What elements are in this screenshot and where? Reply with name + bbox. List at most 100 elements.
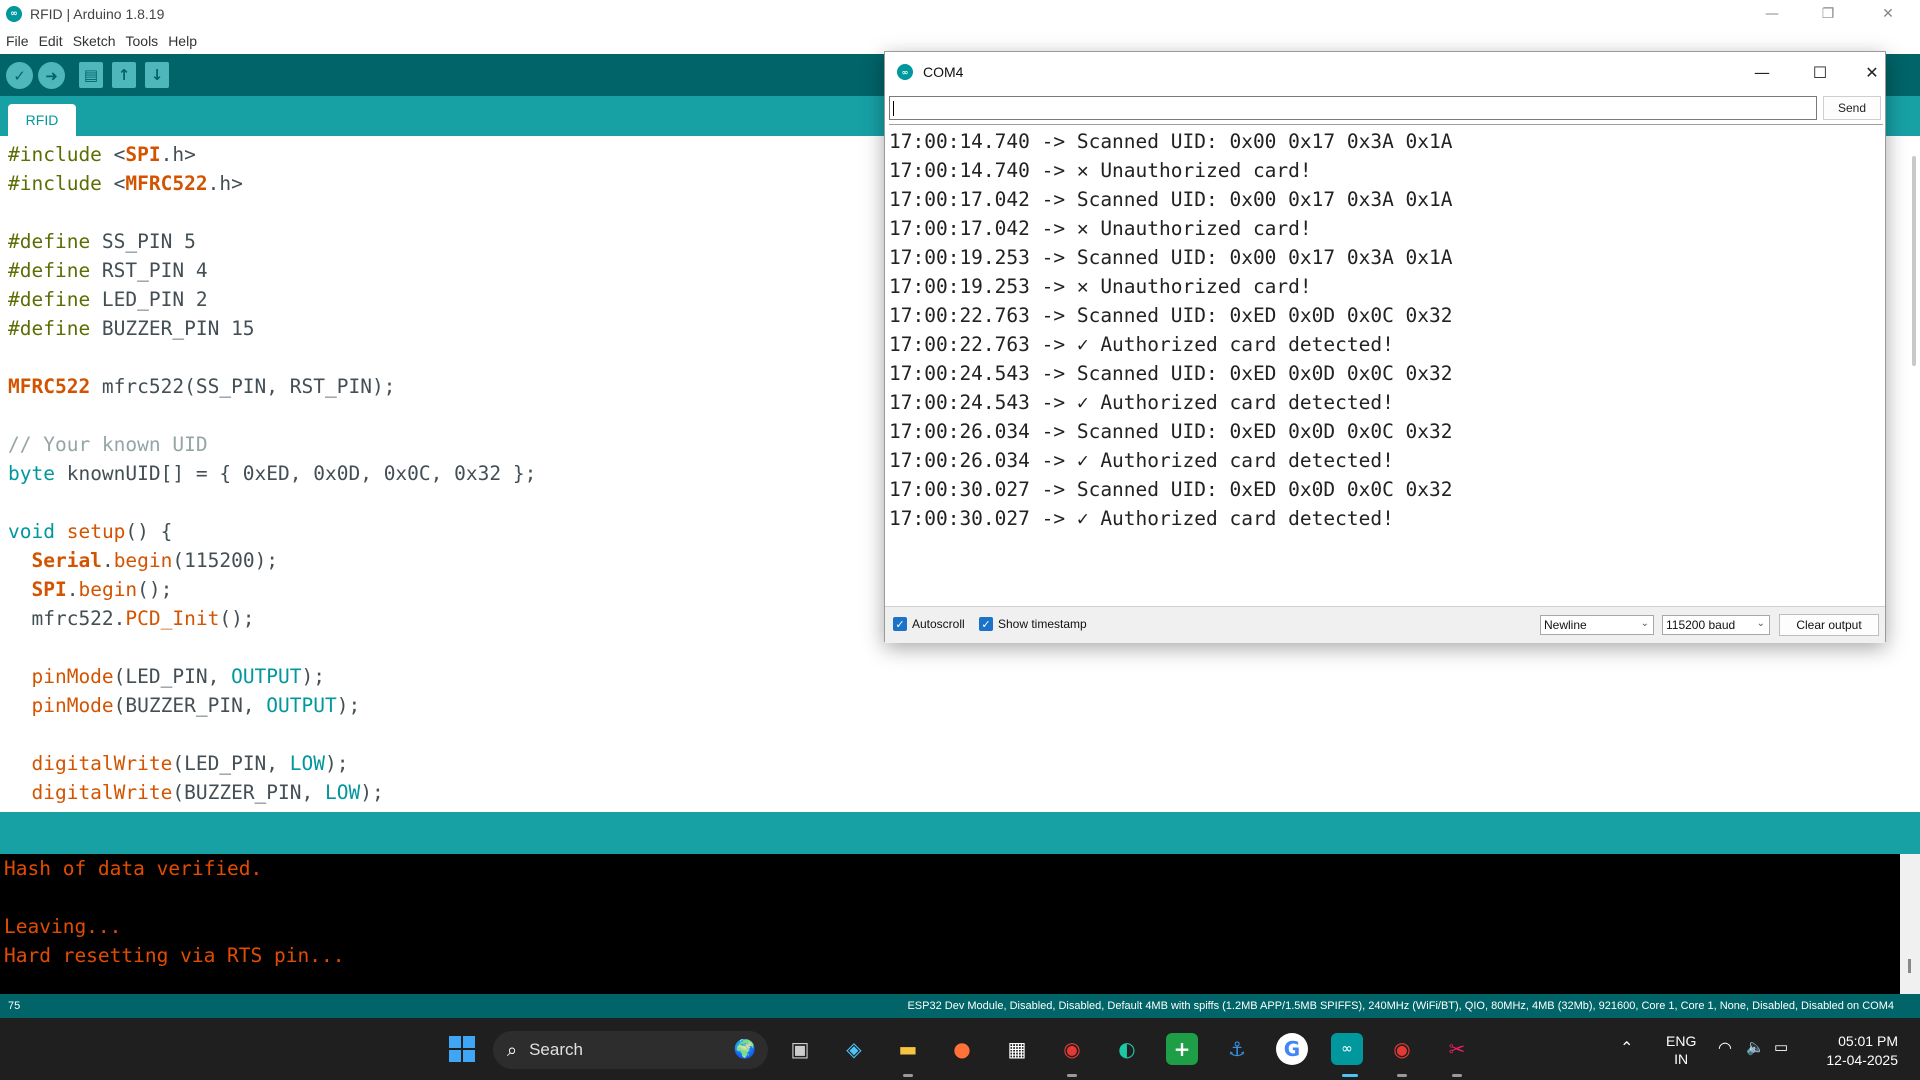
menu-tools[interactable]: Tools (126, 33, 159, 49)
firefox-icon[interactable]: ● (946, 1033, 978, 1065)
arduino-logo-icon: ∞ (6, 6, 22, 22)
code-line[interactable]: Serial.begin(115200); (8, 546, 536, 575)
serial-monitor-window: ∞ COM4 — ☐ ✕ Send 17:00:14.740 -> Scanne… (884, 51, 1886, 643)
send-button[interactable]: Send (1823, 96, 1881, 120)
code-line[interactable]: #define RST_PIN 4 (8, 256, 536, 285)
save-sketch-icon[interactable]: ↓ (145, 62, 169, 88)
serial-output[interactable]: 17:00:14.740 -> Scanned UID: 0x00 0x17 0… (889, 124, 1883, 606)
code-line[interactable]: #include <SPI.h> (8, 140, 536, 169)
clock[interactable]: 05:01 PM 12-04-2025 (1818, 1032, 1898, 1070)
chrome-icon[interactable]: ◉ (1056, 1033, 1088, 1065)
serial-line: 17:00:26.034 -> ✓ Authorized card detect… (889, 449, 1394, 472)
arduino-logo-icon: ∞ (897, 64, 913, 80)
open-sketch-icon[interactable]: ↑ (112, 62, 136, 88)
wifi-icon[interactable]: ◠ (1718, 1038, 1732, 1058)
code-line[interactable]: digitalWrite(LED_PIN, LOW); (8, 749, 536, 778)
code-line[interactable]: SPI.begin(); (8, 575, 536, 604)
console-scrollbar[interactable] (1900, 854, 1920, 994)
code-text[interactable]: #include <SPI.h> #include <MFRC522.h> #de… (8, 140, 536, 807)
windows-start-icon[interactable] (446, 1033, 478, 1065)
serial-title: COM4 (923, 64, 964, 80)
code-line[interactable] (8, 401, 536, 430)
serial-minimize-icon[interactable]: — (1739, 56, 1785, 88)
code-line[interactable]: mfrc522.PCD_Init(); (8, 604, 536, 633)
chevron-down-icon: ⌄ (1640, 618, 1649, 629)
app-icon[interactable]: ⚓ (1221, 1033, 1253, 1065)
sheets-icon[interactable]: + (1166, 1033, 1198, 1065)
taskbar-search[interactable]: ⌕ Search 🌍 (493, 1031, 768, 1069)
edge-icon[interactable]: ◐ (1111, 1033, 1143, 1065)
code-line[interactable] (8, 198, 536, 227)
menu-help[interactable]: Help (168, 33, 197, 49)
tray-chevron-icon[interactable]: ⌃ (1620, 1038, 1633, 1058)
serial-line: 17:00:22.763 -> Scanned UID: 0xED 0x0D 0… (889, 304, 1453, 327)
line-ending-select[interactable]: Newline ⌄ (1540, 615, 1654, 635)
microsoft-store-icon[interactable]: ▦ (1001, 1033, 1033, 1065)
code-line[interactable]: #define SS_PIN 5 (8, 227, 536, 256)
show-timestamp-checkbox[interactable]: ✓ Show timestamp (979, 617, 1087, 631)
menu-file[interactable]: File (6, 33, 29, 49)
taskbar: ⌕ Search 🌍 ▣ ◈ ▬ ● ▦ ◉ ◐ + ⚓ G ∞ ◉ ✂ ⌃ E… (0, 1018, 1920, 1080)
chrome-profile-icon[interactable]: ◉ (1386, 1033, 1418, 1065)
task-view-icon[interactable]: ▣ (784, 1033, 816, 1065)
autoscroll-checkbox[interactable]: ✓ Autoscroll (893, 617, 965, 631)
menu-sketch[interactable]: Sketch (73, 33, 116, 49)
console-text: Hash of data verified. Leaving... Hard re… (4, 854, 344, 970)
serial-maximize-icon[interactable]: ☐ (1797, 56, 1843, 88)
serial-line: 17:00:30.027 -> Scanned UID: 0xED 0x0D 0… (889, 478, 1453, 501)
google-icon[interactable]: G (1276, 1033, 1308, 1065)
snipping-tool-icon[interactable]: ✂ (1441, 1033, 1473, 1065)
language-indicator[interactable]: ENG IN (1666, 1032, 1696, 1068)
editor-scrollbar[interactable] (1912, 156, 1916, 366)
code-line[interactable] (8, 488, 536, 517)
baud-rate-select[interactable]: 115200 baud ⌄ (1662, 615, 1770, 635)
serial-title-bar: ∞ COM4 (885, 52, 1885, 92)
code-line[interactable]: // Your known UID (8, 430, 536, 459)
serial-line: 17:00:30.027 -> ✓ Authorized card detect… (889, 507, 1394, 530)
serial-line: 17:00:17.042 -> Scanned UID: 0x00 0x17 0… (889, 188, 1453, 211)
code-line[interactable]: digitalWrite(BUZZER_PIN, LOW); (8, 778, 536, 807)
tab-rfid[interactable]: RFID (8, 104, 76, 136)
serial-input[interactable] (889, 96, 1817, 120)
code-line[interactable] (8, 720, 536, 749)
code-line[interactable]: byte knownUID[] = { 0xED, 0x0D, 0x0C, 0x… (8, 459, 536, 488)
file-explorer-icon[interactable]: ▬ (892, 1033, 924, 1065)
new-sketch-icon[interactable]: ▤ (79, 62, 103, 88)
battery-icon[interactable]: ▭ (1774, 1038, 1788, 1058)
search-icon: ⌕ (507, 1039, 518, 1061)
code-line[interactable]: void setup() { (8, 517, 536, 546)
menu-edit[interactable]: Edit (39, 33, 63, 49)
output-console: Hash of data verified. Leaving... Hard re… (0, 854, 1920, 994)
code-line[interactable]: #define LED_PIN 2 (8, 285, 536, 314)
upload-icon[interactable]: ➜ (38, 62, 65, 89)
code-line[interactable]: pinMode(BUZZER_PIN, OUTPUT); (8, 691, 536, 720)
code-line[interactable] (8, 343, 536, 372)
info-bar: 75 ESP32 Dev Module, Disabled, Disabled,… (0, 994, 1920, 1018)
arduino-taskbar-icon[interactable]: ∞ (1331, 1033, 1363, 1065)
copilot-icon[interactable]: ◈ (838, 1033, 870, 1065)
serial-line: 17:00:14.740 -> Scanned UID: 0x00 0x17 0… (889, 130, 1453, 153)
serial-line: 17:00:19.253 -> Scanned UID: 0x00 0x17 0… (889, 246, 1453, 269)
clear-output-button[interactable]: Clear output (1779, 614, 1879, 636)
autoscroll-label: Autoscroll (912, 617, 965, 631)
code-line[interactable]: pinMode(LED_PIN, OUTPUT); (8, 662, 536, 691)
code-line[interactable]: #define BUZZER_PIN 15 (8, 314, 536, 343)
code-line[interactable]: MFRC522 mfrc522(SS_PIN, RST_PIN); (8, 372, 536, 401)
show-timestamp-label: Show timestamp (998, 617, 1087, 631)
search-highlight-icon: 🌍 (733, 1039, 756, 1060)
checkmark-icon: ✓ (979, 617, 993, 631)
serial-footer: ✓ Autoscroll ✓ Show timestamp Newline ⌄ … (885, 606, 1885, 643)
serial-close-icon[interactable]: ✕ (1849, 56, 1895, 88)
volume-icon[interactable]: 🔈 (1746, 1038, 1765, 1058)
minimize-icon[interactable]: — (1744, 0, 1800, 28)
restore-icon[interactable]: ❐ (1800, 0, 1856, 28)
checkmark-icon: ✓ (893, 617, 907, 631)
close-icon[interactable]: ✕ (1860, 0, 1916, 28)
verify-icon[interactable]: ✓ (6, 62, 33, 89)
console-line: Hash of data verified. (4, 857, 263, 880)
serial-line: 17:00:26.034 -> Scanned UID: 0xED 0x0D 0… (889, 420, 1453, 443)
code-line[interactable] (8, 633, 536, 662)
code-line[interactable]: #include <MFRC522.h> (8, 169, 536, 198)
status-strip (0, 812, 1920, 854)
